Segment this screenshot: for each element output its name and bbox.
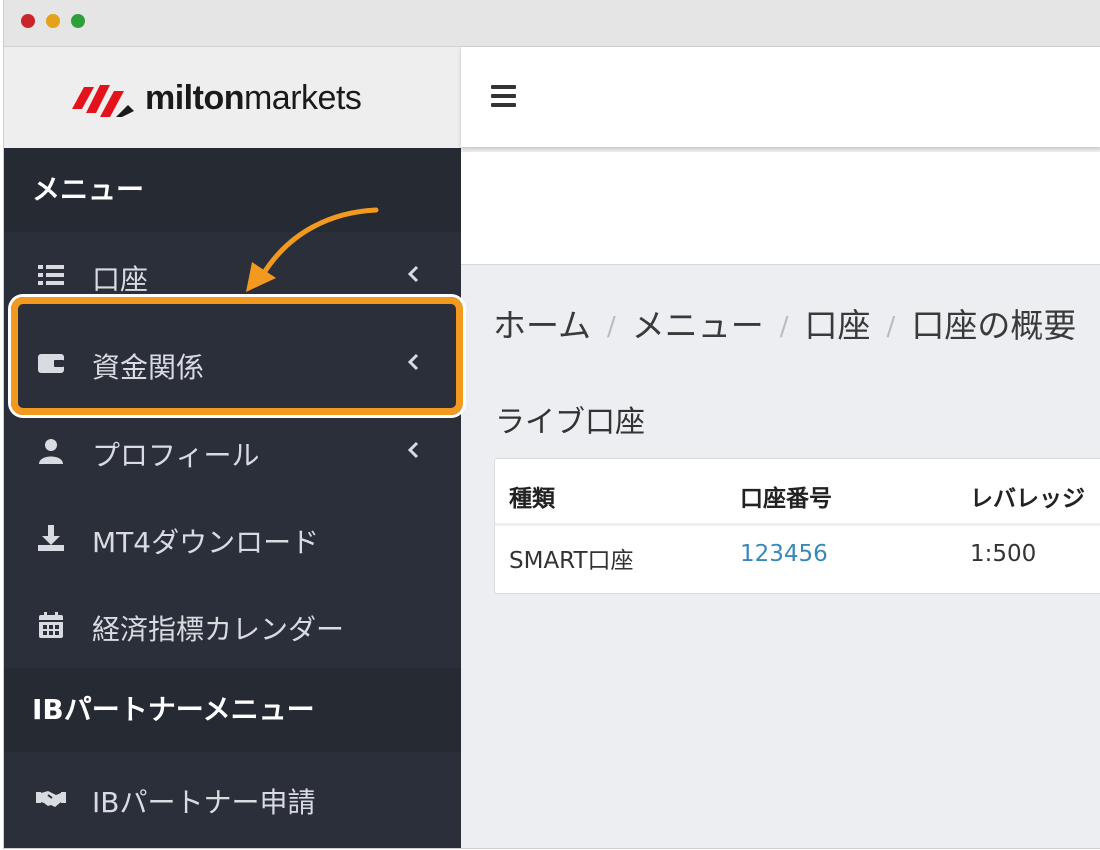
breadcrumb-account[interactable]: 口座: [805, 306, 871, 345]
column-header-type: 種類: [509, 486, 555, 512]
breadcrumb-separator: /: [886, 312, 896, 342]
browser-window: miltonmarkets ホーム / メニュー / 口座 / 口座の概要 ライブ口座 種類…: [3, 0, 1100, 849]
top-navbar: [461, 47, 1100, 147]
sidebar-item-label: 経済指標カレンダー: [92, 613, 345, 646]
download-icon: [38, 525, 64, 551]
table-header-divider: [495, 523, 1100, 526]
breadcrumb-menu[interactable]: メニュー: [632, 306, 764, 345]
window-titlebar: [4, 0, 1100, 47]
brand-wordmark: miltonmarkets: [145, 79, 362, 117]
chevron-left-icon: [407, 265, 419, 283]
hamburger-icon[interactable]: [491, 85, 516, 109]
sidebar-item-label: 口座: [92, 263, 149, 296]
callout-arrow-icon: [246, 207, 379, 292]
handshake-icon: [36, 791, 66, 807]
close-window-button[interactable]: [21, 14, 35, 28]
breadcrumb-separator: /: [779, 312, 789, 342]
live-accounts-table: 種類 口座番号 レバレッジ SMART口座 123456 1:500: [494, 458, 1100, 594]
sidebar-item-label: プロフィール: [92, 439, 260, 472]
maximize-window-button[interactable]: [71, 14, 85, 28]
content-header-area: [461, 152, 1100, 265]
milton-markets-logo-icon: [72, 85, 134, 117]
user-icon: [39, 439, 63, 464]
column-header-leverage: レバレッジ: [970, 486, 1085, 512]
calendar-icon: [39, 612, 63, 638]
sidebar-item-ib-partner-application[interactable]: IBパートナー申請: [4, 755, 461, 843]
table-cell-account-number-link[interactable]: 123456: [740, 541, 828, 567]
breadcrumb-current: 口座の概要: [911, 306, 1077, 345]
sidebar-item-label: IBパートナー申請: [92, 786, 316, 819]
breadcrumb: ホーム / メニュー / 口座 / 口座の概要: [493, 299, 1076, 347]
breadcrumb-home[interactable]: ホーム: [493, 306, 591, 345]
chevron-left-icon: [407, 441, 419, 459]
column-header-account-number: 口座番号: [740, 486, 832, 512]
table-cell-leverage: 1:500: [970, 541, 1037, 567]
highlight-callout-box: [11, 297, 463, 415]
brand-logo[interactable]: miltonmarkets: [4, 47, 461, 148]
list-icon: [38, 265, 64, 285]
sidebar-item-economic-calendar[interactable]: 経済指標カレンダー: [4, 582, 461, 670]
sidebar-item-mt4-download[interactable]: MT4ダウンロード: [4, 495, 461, 583]
minimize-window-button[interactable]: [46, 14, 60, 28]
section-title: ライブ口座: [495, 405, 645, 440]
table-cell-type: SMART口座: [509, 548, 634, 574]
sidebar-item-profile[interactable]: プロフィール: [4, 408, 461, 496]
breadcrumb-separator: /: [607, 312, 616, 342]
main-content: ホーム / メニュー / 口座 / 口座の概要 ライブ口座 種類 口座番号 レバレッジ SM…: [461, 265, 1100, 848]
sidebar-heading-ib-partner: IBパートナーメニュー: [4, 668, 461, 752]
sidebar-item-label: MT4ダウンロード: [92, 526, 320, 559]
